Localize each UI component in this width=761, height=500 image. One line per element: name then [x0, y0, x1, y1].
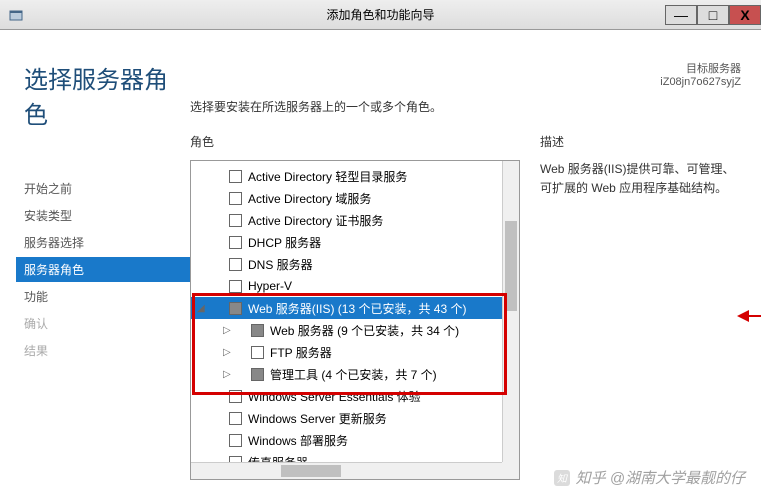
role-label: Hyper-V	[248, 279, 292, 293]
nav-item[interactable]: 确认	[16, 311, 190, 336]
description-column: 描述 Web 服务器(IIS)提供可靠、可管理、可扩展的 Web 应用程序基础结…	[520, 133, 761, 480]
role-label: Windows Server 更新服务	[248, 410, 387, 427]
scrollbar-corner	[502, 462, 519, 479]
nav-item[interactable]: 安装类型	[16, 203, 190, 228]
window-titlebar: 添加角色和功能向导 — □ X	[0, 0, 761, 30]
checkbox[interactable]	[229, 236, 242, 249]
role-item[interactable]: DHCP 服务器	[191, 231, 519, 253]
role-item[interactable]: Active Directory 证书服务	[191, 209, 519, 231]
role-item[interactable]: Windows 部署服务	[191, 429, 519, 451]
role-item[interactable]: Hyper-V	[191, 275, 519, 297]
role-label: DNS 服务器	[248, 256, 313, 273]
role-item[interactable]: DNS 服务器	[191, 253, 519, 275]
roles-listbox[interactable]: Active Directory 轻型目录服务 Active Directory …	[190, 160, 520, 480]
app-icon	[6, 5, 26, 25]
role-label: Web 服务器 (9 个已安装，共 34 个)	[270, 322, 459, 339]
checkbox[interactable]	[251, 368, 264, 381]
tree-expand-icon[interactable]: ▷	[223, 325, 233, 336]
role-label: DHCP 服务器	[248, 234, 321, 251]
role-label: FTP 服务器	[270, 344, 332, 361]
close-button[interactable]: X	[729, 5, 761, 25]
role-label: Web 服务器(IIS) (13 个已安装，共 43 个)	[248, 300, 466, 317]
role-item[interactable]: ▷ 管理工具 (4 个已安装，共 7 个)	[191, 363, 519, 385]
maximize-button[interactable]: □	[697, 5, 729, 25]
nav-item[interactable]: 开始之前	[16, 176, 190, 201]
nav-item[interactable]: 结果	[16, 338, 190, 363]
horizontal-scrollbar[interactable]	[191, 462, 502, 479]
role-item[interactable]: Windows Server Essentials 体验	[191, 385, 519, 407]
checkbox[interactable]	[229, 280, 242, 293]
wizard-body: 选择服务器角色 开始之前安装类型服务器选择服务器角色功能确认结果 目标服务器 i…	[0, 30, 761, 500]
target-server-box: 目标服务器 iZ08jn7o627syjZ	[660, 60, 741, 88]
main-pane: 目标服务器 iZ08jn7o627syjZ 选择要安装在所选服务器上的一个或多个…	[190, 30, 761, 500]
checkbox[interactable]	[229, 192, 242, 205]
checkbox[interactable]	[229, 302, 242, 315]
wizard-nav: 开始之前安装类型服务器选择服务器角色功能确认结果	[24, 176, 190, 363]
vertical-scrollbar[interactable]	[502, 161, 519, 462]
role-label: Active Directory 证书服务	[248, 212, 383, 229]
checkbox[interactable]	[229, 434, 242, 447]
nav-item[interactable]: 服务器选择	[16, 230, 190, 255]
role-item[interactable]: ◢ Web 服务器(IIS) (13 个已安装，共 43 个)	[191, 297, 519, 319]
scrollbar-thumb[interactable]	[505, 221, 517, 311]
role-label: Windows Server Essentials 体验	[248, 388, 421, 405]
zhihu-icon: 知	[554, 470, 570, 486]
tree-expand-icon[interactable]: ▷	[223, 369, 233, 380]
tree-expand-icon[interactable]: ▷	[223, 347, 233, 358]
target-server-label: 目标服务器	[660, 60, 741, 76]
role-item[interactable]: Active Directory 轻型目录服务	[191, 165, 519, 187]
left-pane: 选择服务器角色 开始之前安装类型服务器选择服务器角色功能确认结果	[0, 30, 190, 500]
scrollbar-thumb[interactable]	[281, 465, 341, 477]
role-item[interactable]: Active Directory 域服务	[191, 187, 519, 209]
page-title: 选择服务器角色	[24, 60, 190, 130]
checkbox[interactable]	[229, 214, 242, 227]
checkbox[interactable]	[251, 324, 264, 337]
checkbox[interactable]	[229, 390, 242, 403]
svg-text:知: 知	[557, 473, 568, 485]
roles-column: 角色 Active Directory 轻型目录服务Active Directo…	[190, 133, 520, 480]
instruction-text: 选择要安装在所选服务器上的一个或多个角色。	[190, 98, 761, 115]
annotation-arrow-icon	[735, 306, 761, 326]
watermark: 知 知乎 @湖南大学最靓的仔	[554, 467, 745, 488]
checkbox[interactable]	[229, 170, 242, 183]
nav-item[interactable]: 功能	[16, 284, 190, 309]
minimize-button[interactable]: —	[665, 5, 697, 25]
target-server-value: iZ08jn7o627syjZ	[660, 76, 741, 88]
role-item[interactable]: ▷ FTP 服务器	[191, 341, 519, 363]
window-buttons: — □ X	[665, 5, 761, 25]
nav-item[interactable]: 服务器角色	[16, 257, 190, 282]
role-item[interactable]: ▷ Web 服务器 (9 个已安装，共 34 个)	[191, 319, 519, 341]
window-title: 添加角色和功能向导	[0, 6, 761, 23]
role-label: Windows 部署服务	[248, 432, 348, 449]
checkbox[interactable]	[251, 346, 264, 359]
description-text: Web 服务器(IIS)提供可靠、可管理、可扩展的 Web 应用程序基础结构。	[540, 160, 741, 198]
roles-list: Active Directory 轻型目录服务 Active Directory …	[191, 161, 519, 480]
checkbox[interactable]	[229, 258, 242, 271]
tree-expand-icon[interactable]: ◢	[197, 303, 207, 314]
roles-header: 角色	[190, 133, 520, 150]
role-label: Active Directory 域服务	[248, 190, 371, 207]
watermark-text: 知乎 @湖南大学最靓的仔	[576, 467, 745, 488]
description-header: 描述	[540, 133, 741, 150]
role-label: 管理工具 (4 个已安装，共 7 个)	[270, 366, 437, 383]
role-label: Active Directory 轻型目录服务	[248, 168, 407, 185]
checkbox[interactable]	[229, 412, 242, 425]
role-item[interactable]: Windows Server 更新服务	[191, 407, 519, 429]
